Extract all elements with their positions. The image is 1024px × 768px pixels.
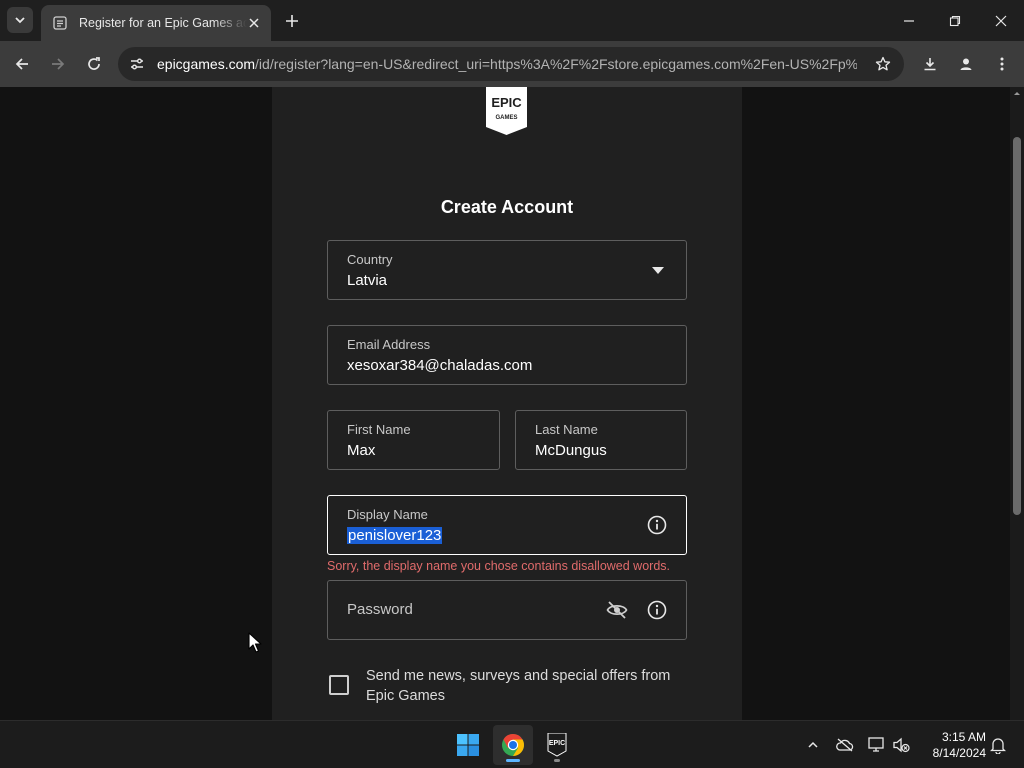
country-select[interactable]: Country Latvia [327, 240, 687, 300]
clock[interactable]: 3:15 AM 8/14/2024 [916, 729, 986, 761]
reload-button[interactable] [80, 50, 108, 78]
email-value: xesoxar384@chaladas.com [347, 357, 533, 374]
restore-button[interactable] [932, 0, 978, 41]
display-name-selected-text: penislover123 [347, 527, 443, 544]
scroll-up-arrow-icon[interactable] [1010, 87, 1024, 101]
onedrive-tray-button[interactable] [833, 733, 857, 757]
epic-games-logo: EPIC GAMES [486, 87, 527, 135]
restore-icon [949, 15, 961, 26]
clock-time: 3:15 AM [941, 730, 986, 744]
close-icon [995, 15, 1007, 26]
display-name-value: penislover123 [347, 527, 443, 544]
start-button[interactable] [448, 725, 488, 765]
volume-tray-button[interactable] [889, 733, 913, 757]
speaker-muted-icon [893, 737, 910, 753]
address-bar[interactable]: epicgames.com/id/register?lang=en-US&red… [118, 47, 904, 81]
logo-text-top: EPIC [491, 95, 522, 110]
country-label: Country [347, 252, 393, 267]
bell-icon [990, 738, 1006, 754]
tab-bar: Register for an Epic Games account [0, 0, 1024, 41]
browser-tab[interactable]: Register for an Epic Games account [41, 5, 271, 41]
minimize-icon [904, 19, 914, 22]
eye-off-icon[interactable] [606, 600, 628, 620]
info-icon[interactable] [647, 600, 667, 620]
epic-launcher-taskbar-button[interactable]: EPIC [537, 725, 577, 765]
page-title: Create Account [440, 197, 574, 217]
plus-icon [286, 15, 298, 27]
more-vertical-icon [1000, 57, 1004, 71]
epic-app-text: EPIC [549, 740, 565, 747]
taskbar: EPIC 3:15 AM 8/14/2024 [0, 720, 1024, 768]
download-icon [924, 58, 936, 71]
email-field[interactable]: Email Address xesoxar384@chaladas.com [327, 325, 687, 385]
last-name-value: McDungus [535, 442, 607, 459]
last-name-field[interactable]: Last Name McDungus [515, 410, 687, 470]
bookmark-star-icon[interactable] [872, 53, 894, 75]
windows-start-icon [457, 734, 479, 756]
info-icon[interactable] [647, 515, 667, 535]
country-value: Latvia [347, 272, 388, 289]
downloads-button[interactable] [916, 50, 944, 78]
network-icon [868, 737, 884, 752]
running-app-indicator [554, 759, 560, 762]
display-name-label: Display Name [347, 507, 428, 522]
newsletter-label: Send me news, surveys and special offers… [366, 668, 671, 704]
reload-icon [88, 57, 100, 70]
url-path: /id/register?lang=en-US&redirect_uri=htt… [255, 56, 857, 72]
last-name-label: Last Name [535, 422, 598, 437]
newsletter-checkbox[interactable] [329, 675, 349, 695]
browser-menu-button[interactable] [988, 50, 1016, 78]
minimize-button[interactable] [886, 0, 932, 41]
scrollbar-thumb[interactable] [1013, 137, 1021, 515]
arrow-right-icon [52, 58, 65, 70]
chevron-down-icon [15, 17, 25, 24]
url-host: epicgames.com [157, 56, 256, 72]
epic-games-launcher-icon: EPIC [547, 733, 567, 757]
page-scrollbar[interactable] [1010, 87, 1024, 720]
password-placeholder: Password [347, 601, 413, 618]
mouse-cursor-icon [248, 632, 262, 653]
first-name-value: Max [347, 442, 376, 459]
cloud-off-icon [836, 738, 854, 752]
tab-title: Register for an Epic Games account [79, 16, 247, 30]
chrome-taskbar-button[interactable] [493, 725, 533, 765]
first-name-field[interactable]: First Name Max [327, 410, 500, 470]
show-hidden-icons-button[interactable] [801, 733, 825, 757]
tab-search-button[interactable] [7, 7, 33, 33]
chrome-icon [502, 734, 524, 756]
email-label: Email Address [347, 337, 431, 352]
profile-button[interactable] [952, 50, 980, 78]
chevron-up-icon [808, 741, 818, 748]
back-button[interactable] [8, 50, 36, 78]
display-name-field[interactable]: Display Name penislover123 [327, 495, 687, 555]
site-settings-icon[interactable] [126, 53, 148, 75]
close-window-button[interactable] [978, 0, 1024, 41]
page-viewport: EPIC GAMES Create Account Country Latvia… [0, 87, 1024, 720]
new-tab-button[interactable] [281, 10, 303, 32]
browser-toolbar: epicgames.com/id/register?lang=en-US&red… [0, 41, 1024, 87]
url-text: epicgames.com/id/register?lang=en-US&red… [157, 56, 857, 72]
tab-close-icon[interactable] [245, 14, 263, 32]
first-name-label: First Name [347, 422, 411, 437]
register-card: EPIC GAMES Create Account Country Latvia… [272, 87, 742, 720]
profile-icon [960, 58, 972, 70]
dropdown-caret-icon [652, 267, 664, 274]
arrow-left-icon [15, 58, 28, 70]
notifications-button[interactable] [986, 733, 1010, 757]
logo-text-bottom: GAMES [495, 115, 517, 121]
network-tray-button[interactable] [865, 733, 889, 757]
tab-favicon-icon [53, 16, 67, 30]
active-app-indicator [506, 759, 520, 762]
clock-date: 8/14/2024 [932, 746, 986, 760]
forward-button[interactable] [44, 50, 72, 78]
display-name-error: Sorry, the display name you chose contai… [327, 559, 670, 573]
password-field[interactable]: Password [327, 580, 687, 640]
